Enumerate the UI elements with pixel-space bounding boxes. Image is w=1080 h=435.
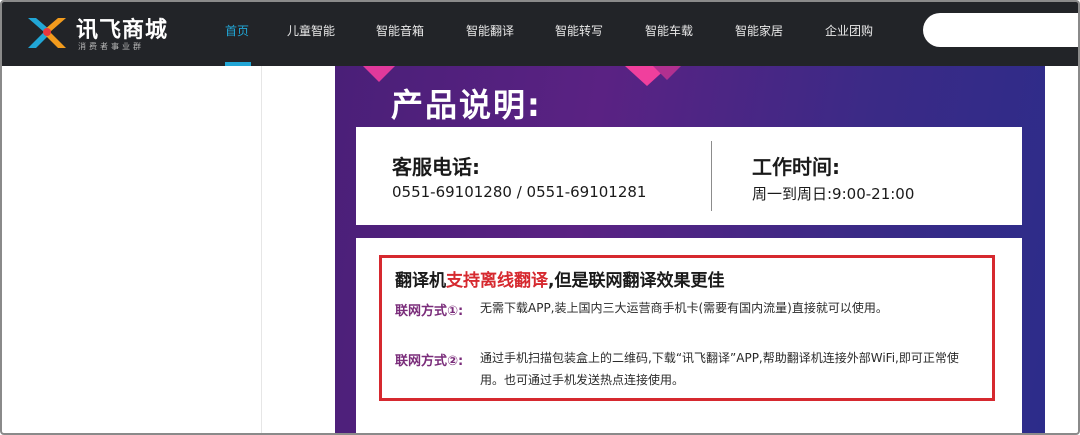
service-phone-value: 0551-69101280 / 0551-69101281 [392, 183, 647, 201]
nav-item-speaker[interactable]: 智能音箱 [376, 22, 424, 39]
highlight-box: 翻译机支持离线翻译,但是联网翻译效果更佳 联网方式①: 无需下载APP,装上国内… [379, 255, 995, 401]
brand-name: 讯飞商城 [76, 18, 169, 43]
sidebar-divider [261, 66, 262, 433]
info-divider [711, 141, 712, 211]
description-title-suffix: ,但是联网翻译效果更佳 [548, 271, 725, 291]
brand-logo[interactable]: 讯飞商城 消费者事业群 [24, 10, 194, 58]
poster-title: 产品说明: [391, 86, 542, 124]
browser-frame: 讯飞商城 消费者事业群 首页 儿童智能 智能音箱 智能翻译 智能转写 智能车载 … [0, 0, 1080, 435]
description-title-prefix: 翻译机 [395, 271, 446, 291]
nav-item-transcribe[interactable]: 智能转写 [555, 22, 603, 39]
nav-item-kids[interactable]: 儿童智能 [287, 22, 335, 39]
method-2-text: 通过手机扫描包装盒上的二维码,下载“讯飞翻译”APP,帮助翻译机连接外部WiFi… [480, 351, 959, 387]
top-navbar: 讯飞商城 消费者事业群 首页 儿童智能 智能音箱 智能翻译 智能转写 智能车载 … [2, 2, 1078, 66]
method-2-label: 联网方式②: [395, 354, 464, 369]
nav-item-home-smart[interactable]: 智能家居 [735, 22, 783, 39]
nav-active-indicator [225, 62, 251, 66]
product-poster: 产品说明: 客服电话: 0551-69101280 / 0551-6910128… [335, 66, 1045, 433]
contact-info-card: 客服电话: 0551-69101280 / 0551-69101281 工作时间… [356, 127, 1022, 225]
brand-slogan: 消费者事业群 [78, 42, 144, 51]
decor-triangle [653, 66, 681, 80]
nav-item-home[interactable]: 首页 [225, 22, 249, 39]
method-1-text: 无需下载APP,装上国内三大运营商手机卡(需要有国内流量)直接就可以使用。 [480, 301, 888, 315]
work-hours-label: 工作时间: [752, 155, 840, 179]
nav-item-enterprise[interactable]: 企业团购 [825, 22, 873, 39]
description-card: 翻译机支持离线翻译,但是联网翻译效果更佳 联网方式①: 无需下载APP,装上国内… [356, 238, 1022, 433]
search-input[interactable] [923, 13, 1078, 47]
service-phone-label: 客服电话: [392, 155, 480, 179]
description-title: 翻译机支持离线翻译,但是联网翻译效果更佳 [395, 266, 724, 291]
nav-item-car[interactable]: 智能车载 [645, 22, 693, 39]
description-title-highlight: 支持离线翻译 [446, 271, 548, 291]
nav-item-translate[interactable]: 智能翻译 [466, 22, 514, 39]
brand-logo-icon [28, 18, 66, 48]
method-1-label: 联网方式①: [395, 304, 464, 319]
work-hours-value: 周一到周日:9:00-21:00 [752, 185, 915, 203]
